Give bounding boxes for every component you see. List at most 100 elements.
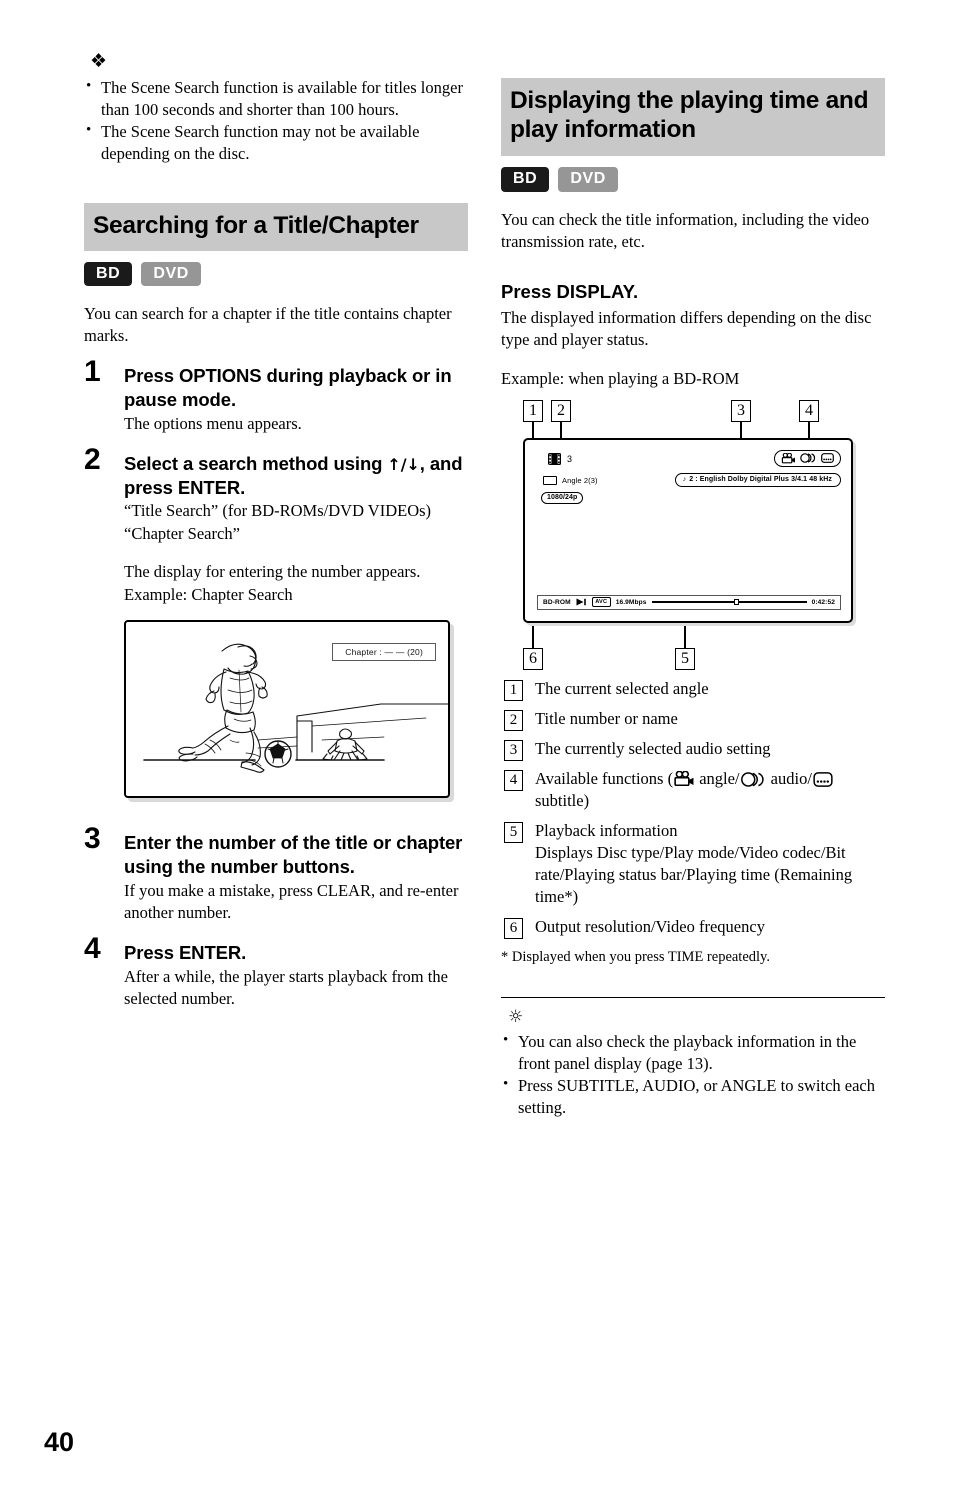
osd-video-codec: AVC [591,597,611,607]
legend-subtext: Displays Disc type/Play mode/Video codec… [535,842,853,906]
legend-text: Title number or name [535,708,678,728]
tip-bulb-icon: ☼ [508,1007,524,1028]
step-number: 2 [84,442,101,476]
chapter-entry-overlay: Chapter : — — (20) [332,643,436,662]
legend-text: Output resolution/Video frequency [535,916,765,936]
audio-icon [740,771,764,787]
play-icon [576,598,586,606]
angle-icon [674,770,694,786]
badge-bd: BD [501,167,550,192]
step-2: 2 Select a search method using ↑/↓, and … [84,444,468,799]
callout-1: 1 [523,399,543,422]
subtitle-icon [813,771,833,787]
legend-number: 3 [504,739,523,761]
footnote-time-button: * Displayed when you press TIME repeated… [501,948,770,965]
legend-item-4: 4 Available functions ( angle/ audio/ su… [501,768,885,812]
step-detail-line-2: “Chapter Search” [124,524,240,544]
callout-2: 2 [551,399,571,422]
osd-angle-label: Angle 2(3) [562,475,598,485]
osd-audio-text: 2 : English Dolby Digital Plus 3/4.1 48 … [689,475,832,483]
legend-text-pre: Available functions ( [535,768,674,788]
step-heading: Press ENTER. [124,942,247,964]
osd-playing-time: 0:42:52 [811,598,835,606]
step-number: 1 [84,354,101,388]
up-down-arrow-icons: ↑/↓ [387,454,420,474]
legend-item-3: 3 The currently selected audio setting [501,738,885,761]
legend-item-5: 5 Playback information Displays Disc typ… [501,820,885,908]
manual-page: ❖ The Scene Search function is available… [0,0,954,1486]
legend-text: The current selected angle [535,678,709,698]
step-3: 3 Enter the number of the title or chapt… [84,824,468,924]
osd-screen: 3 Angle 2(3) 1080/24p ♪ 2: English Dolb… [523,437,853,623]
tip-bullet-list: You can also check the playback informat… [501,1030,885,1119]
note-icon: ❖ [90,50,108,72]
list-item: The Scene Search function is available f… [84,76,468,121]
list-item: The Scene Search function may not be ava… [84,120,468,165]
badge-dvd: DVD [141,261,201,286]
step-detail-line-3: The display for entering the number appe… [124,562,421,582]
legend-item-1: 1 The current selected angle [501,678,885,701]
step-heading: Enter the number of the title or chapter… [124,832,463,878]
legend-text-mid-1: angle/ [695,768,740,788]
film-strip-icon [548,452,561,465]
legend-text-post: subtitle) [535,790,590,810]
step-detail-line-1: “Title Search” (for BD-ROMs/DVD VIDEOs) [124,501,432,521]
press-display-detail: The displayed information differs depend… [501,307,872,349]
audio-icon [800,453,816,463]
soccer-player-kicking-ball-illustration: Chapter : — — (20) [124,620,450,799]
media-badges-right: BD DVD [501,167,885,192]
intro-paragraph-right: You can check the title information, inc… [501,209,870,251]
osd-diagram: 1 2 3 4 6 5 3 Angle 2(3) 1080/24p ♪ 2: … [501,399,885,670]
section-title-displaying-playing-time: Displaying the playing time and play inf… [501,78,885,157]
divider [501,997,885,999]
legend-item-2: 2 Title number or name [501,708,885,731]
callout-4: 4 [799,399,819,422]
osd-playing-status-bar[interactable] [651,598,807,606]
progress-knob[interactable] [733,599,740,605]
page-number: 40 [44,1427,75,1457]
right-column: Displaying the playing time and play inf… [501,78,885,1119]
section-title-search-title-chapter: Searching for a Title/Chapter [84,203,468,251]
osd-available-functions [774,449,841,467]
legend-item-6: 6 Output resolution/Video frequency [501,916,885,939]
osd-disc-type: BD-ROM [543,598,571,606]
osd-playback-info-bar: BD-ROM AVC 16.9Mbps 0:42:52 [537,594,841,610]
osd-angle-indicator: Angle 2(3) [543,475,598,485]
step-heading-pre: Select a search method using [124,452,388,474]
osd-title-number-group: 3 [548,452,572,465]
step-4: 4 Press ENTER. After a while, the player… [84,934,468,1010]
music-note-icon: ♪ [682,475,687,483]
step-heading: Select a search method using ↑/↓, and pr… [124,452,468,500]
legend-number: 1 [504,679,523,701]
intro-paragraph-left: You can search for a chapter if the titl… [84,303,452,345]
legend-number: 5 [504,821,523,843]
osd-audio-info: ♪ 2 : English Dolby Digital Plus 3/4.1 4… [674,472,841,487]
step-detail: After a while, the player starts playbac… [124,967,448,1009]
press-display-heading: Press DISPLAY. [501,280,639,302]
subtitle-icon [821,453,834,464]
note-bullet-list: The Scene Search function is available f… [84,76,468,165]
angle-icon [781,452,795,464]
step-heading: Press OPTIONS during playback or in paus… [124,364,452,410]
legend-text-mid-2: audio/ [766,768,812,788]
list-item: You can also check the playback informat… [501,1030,885,1075]
left-column: ❖ The Scene Search function is available… [84,52,468,1010]
callout-5: 5 [675,647,695,670]
legend-number: 4 [504,769,523,791]
callout-6: 6 [523,647,543,670]
callout-3: 3 [731,399,751,422]
progress-rail [651,600,807,604]
osd-output-resolution: 1080/24p [541,491,584,505]
badge-bd: BD [84,261,133,286]
list-item: Press SUBTITLE, AUDIO, or ANGLE to switc… [501,1074,885,1119]
legend-number: 6 [504,917,523,939]
badge-dvd: DVD [558,167,618,192]
example-caption: Example: when playing a BD-ROM [501,368,740,388]
legend-number: 2 [504,709,523,731]
osd-legend-list: 1 The current selected angle 2 Title num… [501,678,885,939]
step-1: 1 Press OPTIONS during playback or in pa… [84,356,468,435]
step-detail: If you make a mistake, press CLEAR, and … [124,881,459,923]
legend-text: Playback information [535,820,678,840]
media-badges-left: BD DVD [84,261,468,286]
step-number: 4 [84,932,101,966]
